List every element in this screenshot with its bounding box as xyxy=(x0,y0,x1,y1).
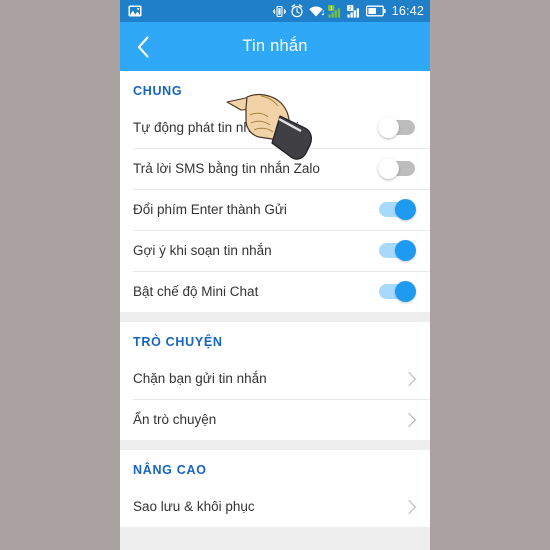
row-auto-play-voice-message[interactable]: Tự động phát tin nhắn thoại xyxy=(120,107,430,148)
row-block-message-senders[interactable]: Chặn bạn gửi tin nhắn xyxy=(120,358,430,399)
settings-list[interactable]: CHUNG Tự động phát tin nhắn thoại Trả lờ… xyxy=(120,71,430,550)
toggle-knob xyxy=(378,157,399,179)
row-label: Tự động phát tin nhắn thoại xyxy=(133,120,299,135)
section-header-chung: CHUNG xyxy=(133,84,183,98)
row-compose-suggestions[interactable]: Gợi ý khi soạn tin nhắn xyxy=(120,230,430,271)
toggle-knob xyxy=(395,280,416,302)
row-backup-and-restore[interactable]: Sao lưu & khôi phục xyxy=(120,486,430,527)
row-label: Trả lời SMS bằng tin nhắn Zalo xyxy=(133,161,320,176)
toggle-reply-sms-with-zalo[interactable] xyxy=(378,157,415,179)
status-bar: 1 2 16:42 xyxy=(120,0,430,22)
alarm-icon xyxy=(291,4,303,18)
row-label: Bật chế độ Mini Chat xyxy=(133,284,259,299)
toggle-mini-chat-mode[interactable] xyxy=(379,280,416,302)
toggle-knob xyxy=(378,116,399,138)
row-label: Sao lưu & khôi phục xyxy=(133,499,255,514)
section-header-nang-cao: NÂNG CAO xyxy=(133,463,207,477)
signal-sim2-icon: 2 xyxy=(346,4,359,18)
row-enter-key-sends[interactable]: Đổi phím Enter thành Gửi xyxy=(120,189,430,230)
battery-icon xyxy=(365,5,386,17)
row-label: Ẩn trò chuyện xyxy=(133,412,217,427)
chevron-left-icon xyxy=(137,35,149,58)
section-nang-cao: NÂNG CAO Sao lưu & khôi phục xyxy=(120,450,430,527)
row-label: Gợi ý khi soạn tin nhắn xyxy=(133,243,272,258)
toggle-enter-key-sends[interactable] xyxy=(379,198,416,220)
svg-text:2: 2 xyxy=(348,6,351,12)
status-bar-right-icons: 1 2 16:42 xyxy=(272,4,424,18)
toggle-compose-suggestions[interactable] xyxy=(379,239,416,261)
status-bar-left-icons xyxy=(128,5,142,17)
row-label: Chặn bạn gửi tin nhắn xyxy=(133,371,267,386)
toggle-knob xyxy=(395,239,416,261)
chevron-right-icon xyxy=(401,371,417,386)
section-chung: CHUNG Tự động phát tin nhắn thoại Trả lờ… xyxy=(120,71,430,312)
chevron-right-icon xyxy=(401,412,417,427)
row-label: Đổi phím Enter thành Gửi xyxy=(133,202,287,217)
phone-screen: 1 2 16:42 Tin nhắn CHUNG Tự động phát ti… xyxy=(120,0,430,550)
row-mini-chat-mode[interactable]: Bật chế độ Mini Chat xyxy=(120,271,430,312)
section-header-tro-chuyen: TRÒ CHUYỆN xyxy=(133,335,223,349)
wifi-icon xyxy=(308,5,324,16)
section-divider xyxy=(120,312,430,322)
section-divider xyxy=(120,440,430,450)
app-header: Tin nhắn xyxy=(120,22,430,71)
row-hide-conversations[interactable]: Ẩn trò chuyện xyxy=(120,399,430,440)
page-title: Tin nhắn xyxy=(242,37,308,55)
signal-sim1-icon: 1 xyxy=(327,4,340,18)
row-reply-sms-with-zalo[interactable]: Trả lời SMS bằng tin nhắn Zalo xyxy=(120,148,430,189)
toggle-auto-play-voice-message[interactable] xyxy=(378,116,415,138)
svg-text:1: 1 xyxy=(329,6,332,12)
section-tro-chuyen: TRÒ CHUYỆN Chặn bạn gửi tin nhắn Ẩn trò … xyxy=(120,322,430,440)
vibrate-icon xyxy=(272,5,286,17)
back-button[interactable] xyxy=(120,22,166,71)
status-bar-clock: 16:42 xyxy=(391,4,424,18)
chevron-right-icon xyxy=(401,499,417,514)
toggle-knob xyxy=(395,198,416,220)
photo-icon xyxy=(128,5,142,17)
